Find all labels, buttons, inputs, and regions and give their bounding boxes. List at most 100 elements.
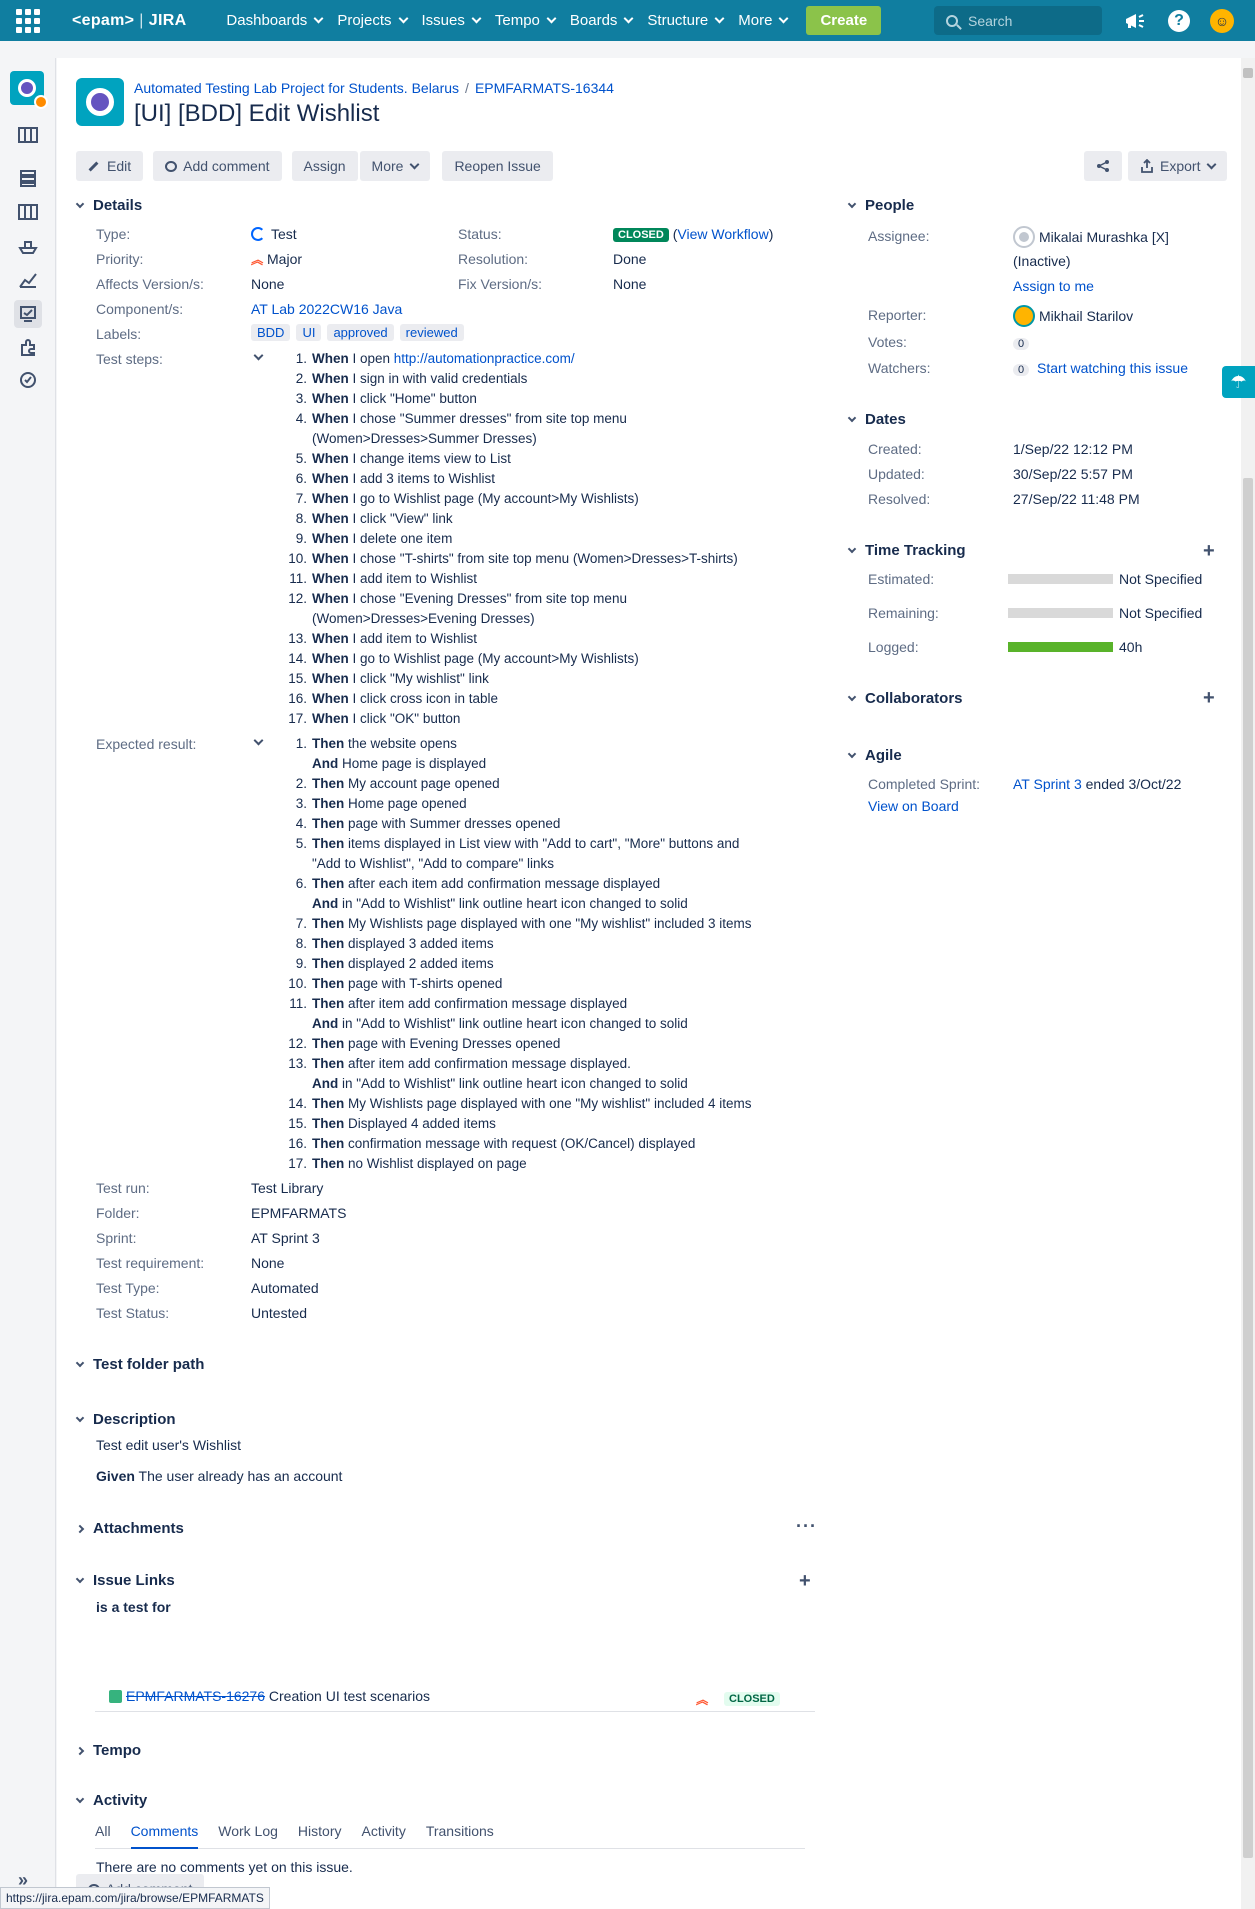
votes-value[interactable]: 0 [1013,334,1033,350]
edit-button[interactable]: Edit [76,151,144,181]
label-tag[interactable]: UI [296,324,322,341]
collaborators-toggle[interactable]: Collaborators [847,690,963,707]
list-item: 1. When I open http://automationpractice… [295,351,575,366]
addons-icon[interactable] [14,334,42,362]
view-on-board-link[interactable]: View on Board [868,798,959,814]
test-management-icon[interactable] [14,300,42,328]
chevron-down-icon [75,1413,85,1422]
component-link[interactable]: AT Lab 2022CW16 Java [251,301,402,317]
app-switcher-icon[interactable] [0,0,56,41]
expected-result-label: Expected result: [96,736,197,752]
chevron-down-icon [847,544,857,553]
estimated-value: Not Specified [1008,571,1202,587]
assignee-value[interactable]: Mikalai Murashka [X] [1013,226,1169,248]
breadcrumb-issue-key[interactable]: EPMFARMATS-16344 [475,80,614,96]
assignee-inactive: (Inactive) [1013,253,1071,269]
pencil-icon [88,161,99,171]
description-toggle[interactable]: Description [75,1411,176,1428]
breadcrumb-project-link[interactable]: Automated Testing Lab Project for Studen… [134,80,459,96]
tab-activity[interactable]: Activity [361,1819,405,1848]
attachments-toggle[interactable]: Attachments [75,1520,184,1537]
nav-tempo[interactable]: Tempo [495,12,557,29]
nav-dashboards[interactable]: Dashboards [226,12,324,29]
list-item: 10. Then page with T-shirts opened [288,976,503,991]
list-item: 9. Then displayed 2 added items [295,956,494,971]
time-tracking-toggle[interactable]: Time Tracking [847,542,966,559]
folder-label: Folder: [96,1205,140,1221]
step-link[interactable]: http://automationpractice.com/ [394,351,575,366]
database-icon[interactable] [14,164,42,192]
ship-icon[interactable] [14,232,42,260]
nav-more[interactable]: More [738,12,789,29]
tab-all[interactable]: All [95,1819,111,1848]
priority-major-icon: ︽ [251,253,263,267]
more-button[interactable]: More [359,151,431,181]
add-collaborator-icon[interactable]: + [1203,687,1215,710]
list-item: 7. When I go to Wishlist page (My accoun… [295,491,639,506]
help-icon[interactable]: ? [1167,9,1191,33]
test-folder-path-toggle[interactable]: Test folder path [75,1356,204,1373]
estimated-label: Estimated: [868,571,935,587]
assign-button[interactable]: Assign [291,151,358,181]
more-options-icon[interactable]: ··· [796,1516,817,1537]
tab-comments[interactable]: Comments [130,1819,199,1849]
scrollbar[interactable] [1241,58,1255,1909]
add-comment-button[interactable]: Add comment [153,151,282,181]
clock-icon[interactable] [14,366,42,394]
user-avatar[interactable]: ☺ [1210,9,1234,33]
type-label: Type: [96,226,131,242]
issue-links-toggle[interactable]: Issue Links [75,1572,175,1589]
remaining-value: Not Specified [1008,605,1202,621]
activity-toggle[interactable]: Activity [75,1792,147,1809]
test-run-label: Test run: [96,1180,150,1196]
start-watching-link[interactable]: Start watching this issue [1037,360,1188,376]
linked-issue-row[interactable]: EPMFARMATS-16276 Creation UI test scenar… [95,1688,815,1712]
dates-toggle[interactable]: Dates [847,411,906,428]
remaining-bar [1008,608,1113,618]
chevron-right-icon [75,1524,85,1533]
tab-history[interactable]: History [298,1819,342,1848]
label-tag[interactable]: BDD [251,324,291,341]
megaphone-icon[interactable] [1123,9,1147,33]
create-button[interactable]: Create [806,6,882,35]
label-tag[interactable]: approved [327,324,394,341]
board-icon[interactable] [14,198,42,226]
nav-structure[interactable]: Structure [647,12,725,29]
add-link-icon[interactable]: + [799,1570,811,1593]
agile-toggle[interactable]: Agile [847,747,902,764]
sprint-link[interactable]: AT Sprint 3 [1013,776,1082,792]
search-input[interactable]: Search [934,6,1102,35]
umbrella-icon[interactable]: ☂ [1222,366,1255,398]
details-section-toggle[interactable]: Details [75,197,142,214]
chevron-down-icon [847,413,857,422]
linked-issue-key[interactable]: EPMFARMATS-16276 [126,1688,265,1704]
nav-issues[interactable]: Issues [422,12,482,29]
tab-work-log[interactable]: Work Log [218,1819,278,1848]
nav-boards[interactable]: Boards [570,12,634,29]
export-icon [1141,159,1153,173]
reports-icon[interactable] [14,266,42,294]
chevron-down-icon[interactable] [253,735,264,746]
log-work-icon[interactable]: + [1203,540,1215,563]
people-toggle[interactable]: People [847,197,914,214]
reopen-issue-button[interactable]: Reopen Issue [442,151,553,181]
jira-logo[interactable]: <epam> | JIRA [72,12,186,30]
description-given: Given The user already has an account [96,1468,343,1484]
status-url-bar: https://jira.epam.com/jira/browse/EPMFAR… [0,1887,270,1909]
assign-to-me-link[interactable]: Assign to me [1013,278,1094,294]
reporter-value[interactable]: Mikhail Starilov [1013,305,1133,327]
nav-projects[interactable]: Projects [337,12,408,29]
share-button[interactable] [1084,151,1122,181]
chevron-down-icon [546,13,557,24]
fix-version-value: None [613,276,647,292]
tab-transitions[interactable]: Transitions [426,1819,494,1848]
export-button[interactable]: Export [1128,151,1228,181]
backlog-icon[interactable] [14,121,42,149]
chevron-down-icon[interactable] [253,350,264,361]
label-tag[interactable]: reviewed [399,324,464,341]
tempo-toggle[interactable]: Tempo [75,1742,141,1759]
status-badge: CLOSED [613,228,669,242]
project-avatar[interactable] [10,71,48,109]
list-item: 15. When I click "My wishlist" link [288,671,489,686]
view-workflow-link[interactable]: View Workflow [677,226,768,242]
